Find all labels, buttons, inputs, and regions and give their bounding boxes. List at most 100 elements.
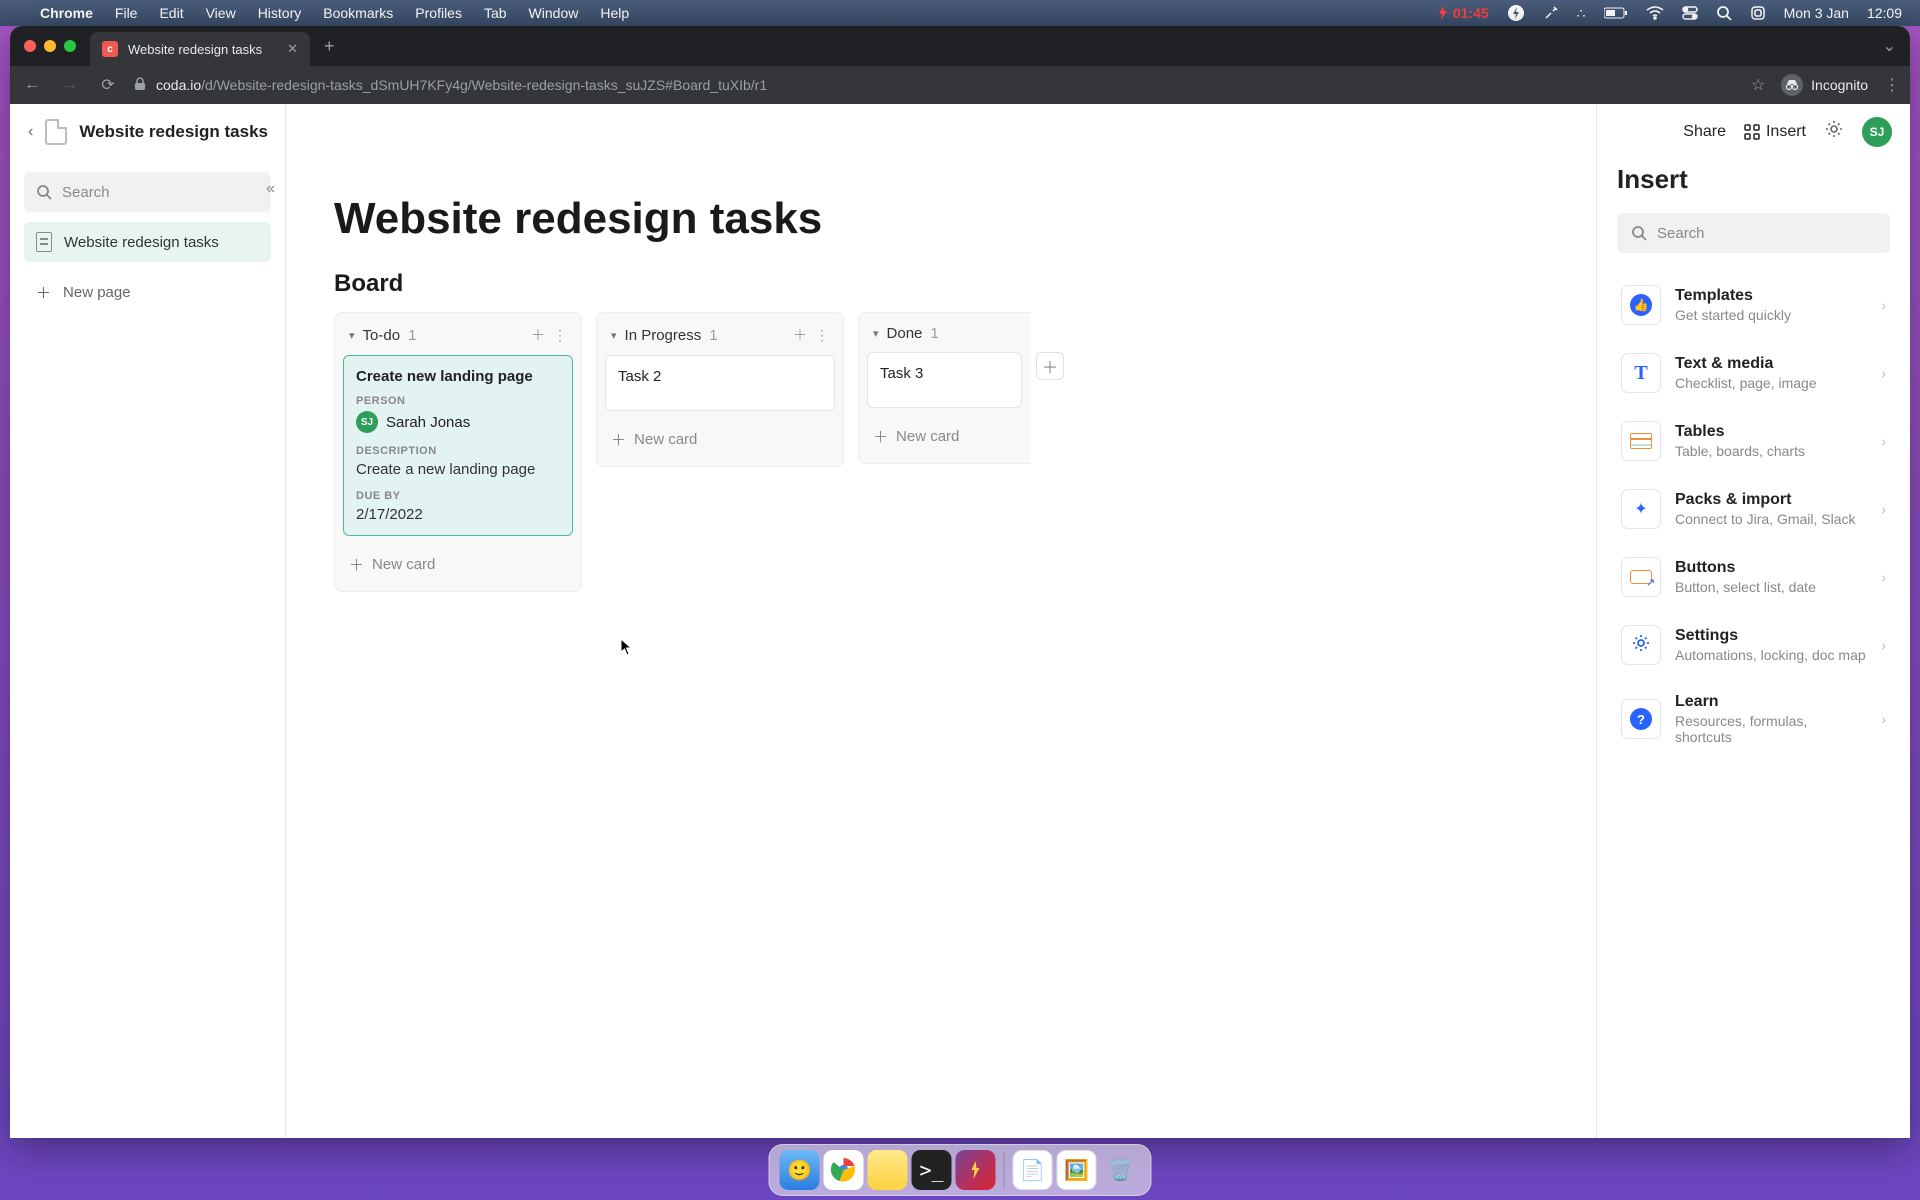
dock-finder-icon[interactable]: 🙂 [780,1150,820,1190]
battery-icon[interactable] [1604,7,1628,19]
column-count: 1 [930,325,938,342]
board-card[interactable]: Task 3 [867,352,1022,408]
board-column-inprogress: ▾ In Progress 1 ＋ ⋮ Task 2 ＋ New card [596,312,844,467]
forward-button[interactable]: → [58,76,82,94]
dock-app-icon[interactable] [956,1150,996,1190]
doc-title[interactable]: Website redesign tasks [79,122,268,142]
insert-search-placeholder: Search [1657,225,1705,242]
insert-item-tables[interactable]: TablesTable, boards, charts › [1617,407,1890,475]
insert-search[interactable]: Search [1617,213,1890,253]
insert-panel-title: Insert [1617,164,1890,195]
insert-item-settings[interactable]: SettingsAutomations, locking, doc map › [1617,611,1890,679]
menubar-date[interactable]: Mon 3 Jan [1784,5,1849,21]
chevron-down-icon[interactable]: ▾ [349,329,355,342]
help-icon: ? [1630,708,1652,730]
chevron-right-icon: › [1881,711,1886,727]
chevron-right-icon: › [1881,297,1886,313]
menu-history[interactable]: History [258,5,302,21]
dock: 🙂 >_ 📄 🖼️ 🗑️ [769,1144,1152,1196]
sidebar-search[interactable]: Search [24,172,271,212]
new-card-button[interactable]: ＋ New card [605,421,835,458]
back-button[interactable]: ← [20,76,44,94]
settings-icon[interactable] [1824,119,1844,144]
insert-item-buttons[interactable]: ButtonsButton, select list, date › [1617,543,1890,611]
window-minimize-button[interactable] [44,40,56,52]
tab-close-icon[interactable]: ✕ [287,41,298,57]
share-button[interactable]: Share [1683,123,1726,141]
url-field[interactable]: coda.io/d/Website-redesign-tasks_dSmUH7K… [134,77,1737,94]
person-name: Sarah Jonas [386,414,470,431]
spotlight-icon[interactable] [1716,5,1732,21]
column-add-icon[interactable]: ＋ [793,325,807,345]
board-card[interactable]: Task 2 [605,355,835,411]
menu-view[interactable]: View [206,5,236,21]
card-title: Create new landing page [356,368,560,385]
dock-terminal-icon[interactable]: >_ [912,1150,952,1190]
window-maximize-button[interactable] [64,40,76,52]
column-add-icon[interactable]: ＋ [531,325,545,345]
collapse-sidebar-icon[interactable]: « [266,180,275,198]
plus-icon: ＋ [611,429,626,450]
new-tab-button[interactable]: + [310,36,349,57]
new-page-button[interactable]: ＋ New page [24,272,271,313]
menu-file[interactable]: File [115,5,138,21]
app: ‹ Website redesign tasks Share Insert SJ [10,104,1910,1138]
user-avatar[interactable]: SJ [1862,117,1892,147]
board-title[interactable]: Board [334,270,1548,298]
insert-button[interactable]: Insert [1744,123,1806,141]
dock-file-icon[interactable]: 📄 [1013,1150,1053,1190]
menu-tab[interactable]: Tab [484,5,507,21]
dock-notes-icon[interactable] [868,1150,908,1190]
bolt-icon[interactable] [1507,4,1525,22]
column-name[interactable]: Done [887,325,923,342]
menubar-time[interactable]: 12:09 [1867,5,1902,21]
wifi-icon[interactable] [1646,6,1664,20]
menu-window[interactable]: Window [529,5,579,21]
window-close-button[interactable] [24,40,36,52]
chevron-down-icon[interactable]: ▾ [873,327,879,340]
battery-status[interactable]: 01:45 [1437,5,1489,21]
incognito-badge[interactable]: Incognito [1781,74,1868,96]
board-card[interactable]: Create new landing page PERSON SJ Sarah … [343,355,573,536]
column-name[interactable]: To-do [363,327,401,344]
chevron-down-icon[interactable]: ▾ [611,329,617,342]
search-icon [36,184,52,200]
column-menu-icon[interactable]: ⋮ [553,327,567,344]
dock-chrome-icon[interactable] [824,1150,864,1190]
board-column-done: ▾ Done 1 Task 3 ＋ New card [858,312,1030,464]
app-topbar: ‹ Website redesign tasks Share Insert SJ [10,104,1910,160]
page-title[interactable]: Website redesign tasks [334,194,1548,244]
bookmark-icon[interactable]: ☆ [1751,75,1765,95]
siri-icon[interactable] [1750,5,1766,21]
insert-item-packs[interactable]: ✦ Packs & importConnect to Jira, Gmail, … [1617,475,1890,543]
column-menu-icon[interactable]: ⋮ [815,327,829,344]
menu-bookmarks[interactable]: Bookmarks [323,5,393,21]
browser-tab[interactable]: c Website redesign tasks ✕ [90,32,310,66]
sidebar-page-item[interactable]: Website redesign tasks [24,222,271,262]
menu-app-name[interactable]: Chrome [40,5,93,21]
person-avatar: SJ [356,411,378,433]
new-card-button[interactable]: ＋ New card [867,418,1022,455]
add-column-button[interactable]: ＋ [1036,352,1064,380]
doc-back-icon[interactable]: ‹ [28,123,33,141]
incognito-icon [1781,74,1803,96]
control-center-icon[interactable] [1682,5,1698,21]
field-label-description: DESCRIPTION [356,445,560,457]
column-name[interactable]: In Progress [625,327,702,344]
dots-icon[interactable]: ∴ [1577,5,1586,22]
dock-image-icon[interactable]: 🖼️ [1057,1150,1097,1190]
insert-item-templates[interactable]: 👍 TemplatesGet started quickly › [1617,271,1890,339]
dock-trash-icon[interactable]: 🗑️ [1101,1150,1141,1190]
insert-item-text-media[interactable]: T Text & mediaChecklist, page, image › [1617,339,1890,407]
browser-menu-icon[interactable]: ⋮ [1884,75,1900,95]
insert-item-learn[interactable]: ? LearnResources, formulas, shortcuts › [1617,679,1890,759]
new-card-button[interactable]: ＋ New card [343,546,573,583]
menu-help[interactable]: Help [600,5,629,21]
menu-edit[interactable]: Edit [159,5,183,21]
tabs-dropdown-icon[interactable]: ⌄ [1869,36,1910,56]
tools-icon[interactable] [1543,5,1559,21]
menu-profiles[interactable]: Profiles [415,5,462,21]
board: ▾ To-do 1 ＋ ⋮ Create new landing page PE… [334,312,1548,592]
reload-button[interactable]: ⟳ [96,75,120,95]
chevron-right-icon: › [1881,433,1886,449]
